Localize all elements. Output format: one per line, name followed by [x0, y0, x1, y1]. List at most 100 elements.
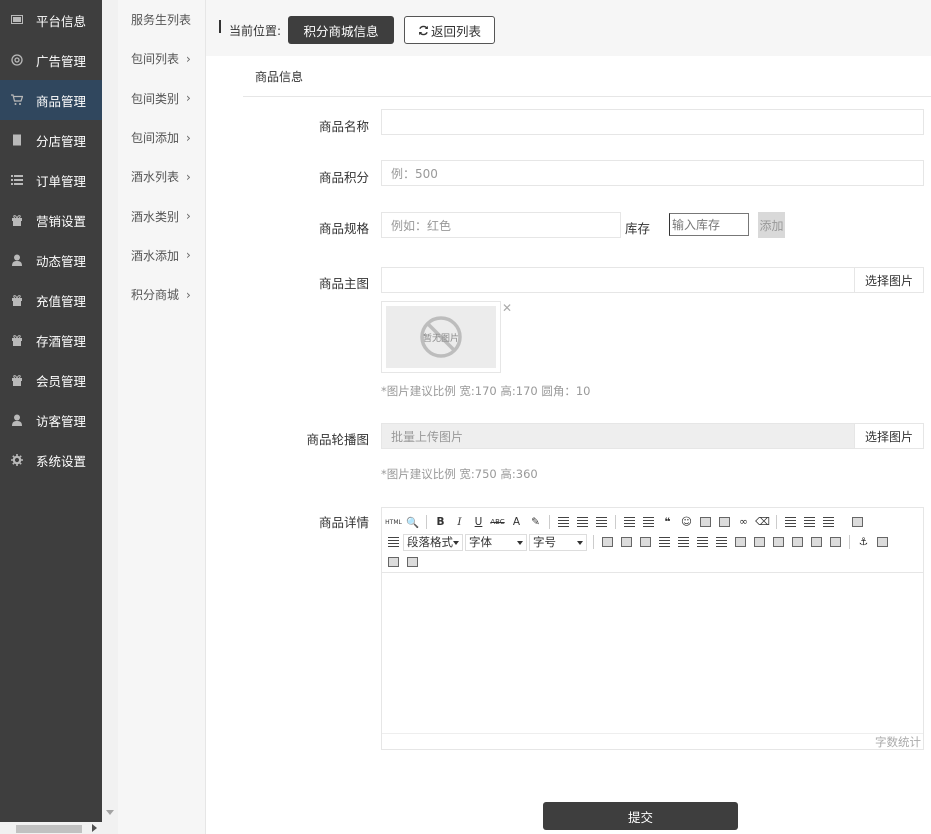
blockquote-icon[interactable]: ❝: [658, 513, 677, 531]
split-cells-icon[interactable]: [788, 533, 807, 551]
product-name-label: 商品名称: [318, 119, 369, 134]
toolbar-separator: [549, 515, 550, 529]
font-family-select[interactable]: 字体: [465, 533, 527, 551]
sidebar-item-members[interactable]: 会员管理: [0, 360, 102, 400]
toolbar-separator: [426, 515, 427, 529]
font-size-select[interactable]: 字号: [529, 533, 587, 551]
font-size-value: 字号: [533, 535, 556, 549]
anchor-icon[interactable]: ⚓: [854, 533, 873, 551]
unordered-list-icon[interactable]: [639, 513, 658, 531]
emoji-icon[interactable]: ☺: [677, 513, 696, 531]
eraser-icon[interactable]: ⌫: [753, 513, 772, 531]
subnav-item-room-category[interactable]: 包间类别 ›: [118, 79, 205, 118]
ordered-list-icon[interactable]: [620, 513, 639, 531]
location-label: 当前位置:: [229, 24, 282, 38]
refresh-icon: [419, 25, 428, 35]
image-icon[interactable]: [696, 513, 715, 531]
paragraph-format-select[interactable]: 段落格式: [403, 533, 463, 551]
submit-button[interactable]: 提交: [543, 802, 738, 830]
product-points-input[interactable]: 例：500: [381, 160, 924, 186]
subnav-item-label: 包间类别: [131, 91, 180, 106]
subnav-item-label: 积分商城: [131, 288, 180, 303]
split-rows-icon[interactable]: [807, 533, 826, 551]
main-image-input[interactable]: [381, 267, 855, 293]
sidebar-item-marketing[interactable]: 营销设置: [0, 200, 102, 240]
align-left-icon[interactable]: [554, 513, 573, 531]
chevron-down-icon: [517, 540, 523, 545]
add-spec-button[interactable]: 添加: [758, 212, 785, 238]
underline-icon[interactable]: U: [469, 513, 488, 531]
row-spacing-bottom-icon[interactable]: [800, 513, 819, 531]
sidebar-item-ads[interactable]: 广告管理: [0, 40, 102, 80]
html-source-icon[interactable]: HTML: [384, 513, 403, 531]
bold-icon[interactable]: B: [431, 513, 450, 531]
scroll-down-arrow-icon[interactable]: [106, 810, 114, 815]
fullscreen-icon[interactable]: [848, 513, 867, 531]
delete-row-icon[interactable]: [674, 533, 693, 551]
align-right-icon[interactable]: [592, 513, 611, 531]
back-to-list-button[interactable]: 返回列表: [404, 16, 495, 44]
preview-magnifier-icon[interactable]: 🔍: [403, 513, 422, 531]
sidebar-item-products[interactable]: 商品管理: [0, 80, 102, 120]
scroll-right-arrow-icon[interactable]: [92, 824, 97, 832]
sidebar-item-recharge[interactable]: 充值管理: [0, 280, 102, 320]
paste-icon[interactable]: [403, 553, 422, 571]
stock-input[interactable]: 输入库存: [669, 213, 749, 236]
insert-table-icon[interactable]: [598, 533, 617, 551]
gift-icon: [10, 213, 24, 227]
insert-column-icon[interactable]: [693, 533, 712, 551]
merge-cells-icon[interactable]: [731, 533, 750, 551]
video-icon[interactable]: [715, 513, 734, 531]
main-image-preview[interactable]: 暂无图片: [381, 301, 501, 373]
insert-image-icon[interactable]: [873, 533, 892, 551]
sidebar-item-branches[interactable]: 分店管理: [0, 120, 102, 160]
insert-paragraph-before-table-icon[interactable]: [636, 533, 655, 551]
sidebar-item-label: 访客管理: [36, 413, 87, 429]
direction-icon[interactable]: [384, 533, 403, 551]
sidebar-item-platform-info[interactable]: 平台信息: [0, 0, 102, 40]
row-spacing-top-icon[interactable]: [781, 513, 800, 531]
merge-down-icon[interactable]: [769, 533, 788, 551]
split-cols-icon[interactable]: [826, 533, 845, 551]
sidebar-item-wine-storage[interactable]: 存酒管理: [0, 320, 102, 360]
sidebar-item-visitors[interactable]: 访客管理: [0, 400, 102, 440]
sidebar-item-news[interactable]: 动态管理: [0, 240, 102, 280]
sidebar-item-label: 订单管理: [36, 173, 87, 189]
breadcrumb: 当前位置: 积分商城信息 返回列表: [206, 0, 931, 56]
align-center-icon[interactable]: [573, 513, 592, 531]
pick-carousel-image-button[interactable]: 选择图片: [854, 423, 924, 449]
chevron-right-icon: ›: [186, 248, 191, 263]
sidebar-item-system-settings[interactable]: 系统设置: [0, 440, 102, 480]
subnav-item-room-list[interactable]: 包间列表 ›: [118, 39, 205, 78]
print-icon[interactable]: [384, 553, 403, 571]
product-spec-input[interactable]: 例如：红色: [381, 212, 621, 238]
pick-main-image-button[interactable]: 选择图片: [854, 267, 924, 293]
delete-table-icon[interactable]: [617, 533, 636, 551]
subnav-item-room-add[interactable]: 包间添加 ›: [118, 118, 205, 157]
subnav-item-points-mall[interactable]: 积分商城 ›: [118, 275, 205, 314]
user-icon: [10, 253, 24, 267]
delete-column-icon[interactable]: [712, 533, 731, 551]
subnav-item-waiter-list[interactable]: 服务生列表: [118, 0, 205, 39]
points-mall-info-button[interactable]: 积分商城信息: [288, 16, 394, 44]
highlight-color-icon[interactable]: ✎: [526, 513, 545, 531]
horizontal-scrollbar[interactable]: [0, 822, 102, 834]
line-height-icon[interactable]: [819, 513, 838, 531]
rich-text-editor[interactable]: HTML 🔍 B I U ABC A ✎ ❝ ☺ ∞ ⌫ 段落格式 字体 字号 …: [381, 507, 924, 750]
scrollbar-thumb[interactable]: [16, 825, 82, 833]
remove-image-close-icon[interactable]: ✕: [502, 301, 512, 315]
subnav-item-drink-category[interactable]: 酒水类别 ›: [118, 196, 205, 235]
strikethrough-icon[interactable]: ABC: [488, 513, 507, 531]
link-icon[interactable]: ∞: [734, 513, 753, 531]
font-color-icon[interactable]: A: [507, 513, 526, 531]
sidebar-item-orders[interactable]: 订单管理: [0, 160, 102, 200]
merge-right-icon[interactable]: [750, 533, 769, 551]
sidebar-scrollbar[interactable]: [102, 0, 118, 834]
insert-row-icon[interactable]: [655, 533, 674, 551]
subnav-item-drink-add[interactable]: 酒水添加 ›: [118, 236, 205, 275]
carousel-image-input[interactable]: 批量上传图片: [381, 423, 855, 449]
product-name-input[interactable]: [381, 109, 924, 135]
italic-icon[interactable]: I: [450, 513, 469, 531]
subnav-item-drink-list[interactable]: 酒水列表 ›: [118, 157, 205, 196]
subnav-item-label: 酒水列表: [131, 170, 180, 185]
